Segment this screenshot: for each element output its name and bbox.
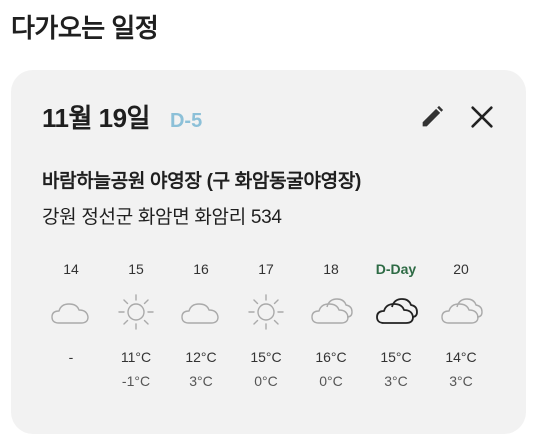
date-row: 11월 19일 D-5 <box>42 98 202 135</box>
close-icon <box>471 106 493 128</box>
forecast-high-temp: - <box>68 349 74 365</box>
double-cloud-icon <box>376 298 418 324</box>
event-date: 11월 19일 <box>42 103 150 133</box>
schedule-card: 11월 19일 D-5 바람하늘공원 야영장 (구 화암동굴야영장) 강원 정선… <box>11 70 526 434</box>
forecast-low-temp: 3°C <box>384 373 408 389</box>
forecast-high-temp: 12°C <box>185 349 217 365</box>
sun-icon <box>118 294 154 330</box>
forecast-day-label: 16 <box>193 261 209 277</box>
forecast-high-temp: 16°C <box>315 349 347 365</box>
forecast-low-temp: 3°C <box>449 373 473 389</box>
forecast-day-label: 14 <box>63 261 79 277</box>
edit-button[interactable] <box>418 103 446 131</box>
forecast-low-temp: -1°C <box>121 373 151 389</box>
forecast-high-temp: 15°C <box>380 349 412 365</box>
forecast-day-label: 17 <box>258 261 274 277</box>
forecast-day: 14 - <box>41 258 101 372</box>
forecast-day: D-Day 15°C 3°C <box>366 258 426 390</box>
forecast-day-label: 18 <box>323 261 339 277</box>
forecast-day-label: 15 <box>128 261 144 277</box>
forecast-day-label: 20 <box>453 261 469 277</box>
section-title: 다가오는 일정 <box>11 13 159 43</box>
close-button[interactable] <box>468 103 496 131</box>
forecast-high-temp: 11°C <box>120 349 152 365</box>
double-cloud-icon <box>441 298 483 324</box>
forecast-day: 16 12°C 3°C <box>171 258 231 390</box>
dday-badge: D-5 <box>169 110 203 132</box>
forecast-low-temp: 0°C <box>319 373 343 389</box>
forecast-day: 17 15°C 0°C <box>236 258 296 390</box>
sun-icon <box>248 294 284 330</box>
place-name: 바람하늘공원 야영장 (구 화암동굴야영장) <box>42 171 362 192</box>
forecast-low-temp: 0°C <box>254 373 278 389</box>
double-cloud-icon <box>311 298 353 324</box>
cloud-icon <box>181 303 219 324</box>
forecast-low-temp: 3°C <box>189 373 213 389</box>
forecast-day: 20 14°C 3°C <box>431 258 491 390</box>
forecast-day-label: D-Day <box>375 261 417 277</box>
pencil-icon <box>422 105 444 127</box>
place-address: 강원 정선군 화암면 화암리 534 <box>42 207 282 228</box>
forecast-day: 15 11°C -1°C <box>106 258 166 390</box>
cloud-icon <box>51 303 89 324</box>
forecast-day: 18 16°C 0°C <box>301 258 361 390</box>
forecast-high-temp: 14°C <box>445 349 477 365</box>
weather-forecast: 14 - 15 11°C -1°C 16 12°C 3°C 17 15°C 0°C 18 16°C 0°C… <box>41 258 496 398</box>
forecast-high-temp: 15°C <box>250 349 282 365</box>
